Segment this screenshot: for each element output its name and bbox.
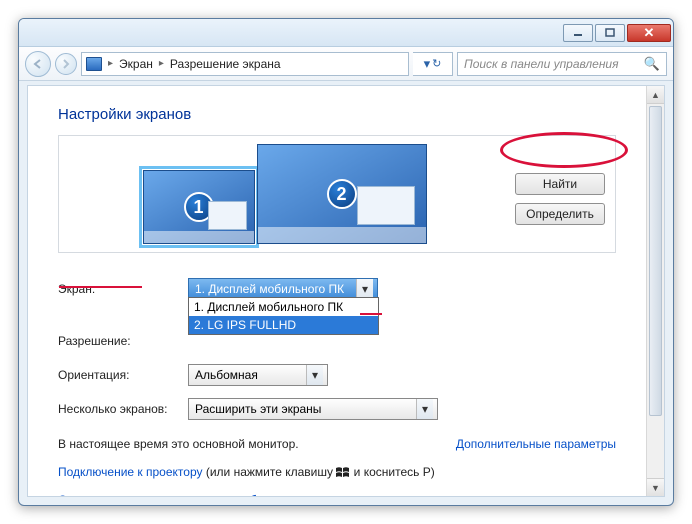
projector-row: Подключение к проектору (или нажмите кла… bbox=[58, 465, 616, 479]
address-bar[interactable]: ▸ Экран ▸ Разрешение экрана bbox=[81, 52, 409, 76]
monitor-taskbar-icon bbox=[258, 227, 426, 243]
text-size-link[interactable]: Сделать текст и другие элементы больше и… bbox=[58, 493, 364, 497]
find-button[interactable]: Найти bbox=[515, 173, 605, 195]
close-button[interactable]: ✕ bbox=[627, 24, 671, 42]
monitor-window-icon bbox=[357, 186, 416, 225]
projector-link[interactable]: Подключение к проектору bbox=[58, 465, 203, 479]
label-display: Экран: bbox=[58, 282, 188, 296]
scroll-thumb[interactable] bbox=[649, 106, 662, 416]
multiple-value: Расширить эти экраны bbox=[195, 402, 321, 416]
content-pane: ▲ ▼ Настройки экранов 1 2 bbox=[27, 85, 665, 497]
size-row: Сделать текст и другие элементы больше и… bbox=[58, 493, 616, 497]
inner-content: Настройки экранов 1 2 Найти bbox=[28, 86, 646, 497]
multiple-combo[interactable]: Расширить эти экраны bbox=[188, 398, 438, 420]
search-input[interactable]: Поиск в панели управления 🔍 bbox=[457, 52, 667, 76]
orientation-combo[interactable]: Альбомная bbox=[188, 364, 328, 386]
monitor-arrangement-box: 1 2 Найти Определить bbox=[58, 135, 616, 253]
monitor-2[interactable]: 2 bbox=[257, 144, 427, 244]
projector-text-1: (или нажмите клавишу bbox=[203, 465, 337, 479]
label-multiple: Несколько экранов: bbox=[58, 402, 188, 416]
monitor-2-badge: 2 bbox=[327, 179, 357, 209]
chevron-right-icon: ▸ bbox=[159, 58, 164, 69]
windows-key-icon bbox=[336, 467, 350, 479]
search-icon: 🔍 bbox=[644, 56, 660, 72]
row-multiple: Несколько экранов: Расширить эти экраны bbox=[58, 395, 616, 423]
monitor-taskbar-icon bbox=[144, 231, 254, 243]
minimize-button[interactable] bbox=[563, 24, 593, 42]
breadcrumb-seg1[interactable]: Экран bbox=[119, 57, 153, 71]
row-orientation: Ориентация: Альбомная bbox=[58, 361, 616, 389]
scrollbar[interactable]: ▲ ▼ bbox=[646, 86, 664, 496]
breadcrumb-seg2[interactable]: Разрешение экрана bbox=[170, 57, 281, 71]
display-combo-value: 1. Дисплей мобильного ПК bbox=[195, 282, 344, 296]
label-orientation: Ориентация: bbox=[58, 368, 188, 382]
search-placeholder: Поиск в панели управления bbox=[464, 57, 619, 71]
page-title: Настройки экранов bbox=[58, 106, 616, 123]
label-resolution: Разрешение: bbox=[58, 334, 188, 348]
orientation-value: Альбомная bbox=[195, 368, 258, 382]
toolbar: ▸ Экран ▸ Разрешение экрана ▾↻ Поиск в п… bbox=[19, 47, 673, 81]
window-frame: ✕ ▸ Экран ▸ Разрешение экрана ▾↻ Поиск в… bbox=[18, 18, 674, 506]
display-icon bbox=[86, 57, 102, 71]
display-option-1[interactable]: 1. Дисплей мобильного ПК bbox=[189, 298, 378, 316]
display-option-2[interactable]: 2. LG IPS FULLHD bbox=[189, 316, 378, 334]
chevron-right-icon: ▸ bbox=[108, 58, 113, 69]
titlebar: ✕ bbox=[19, 19, 673, 47]
back-button[interactable] bbox=[25, 51, 51, 77]
scroll-down[interactable]: ▼ bbox=[647, 478, 664, 496]
monitor-buttons: Найти Определить bbox=[510, 163, 615, 225]
display-dropdown: 1. Дисплей мобильного ПК 2. LG IPS FULLH… bbox=[188, 297, 379, 335]
advanced-link[interactable]: Дополнительные параметры bbox=[456, 437, 616, 451]
projector-text-2: и коснитесь P) bbox=[350, 465, 434, 479]
monitor-window-icon bbox=[208, 201, 247, 230]
forward-button[interactable] bbox=[55, 53, 77, 75]
identify-button[interactable]: Определить bbox=[515, 203, 605, 225]
maximize-button[interactable] bbox=[595, 24, 625, 42]
refresh-button[interactable]: ▾↻ bbox=[413, 52, 453, 76]
row-display: Экран: 1. Дисплей мобильного ПК 1. Диспл… bbox=[58, 275, 616, 303]
primary-monitor-status: В настоящее время это основной монитор. bbox=[58, 437, 299, 451]
scroll-up[interactable]: ▲ bbox=[647, 86, 664, 104]
monitor-area[interactable]: 1 2 bbox=[59, 136, 510, 252]
status-line: В настоящее время это основной монитор. … bbox=[58, 437, 616, 451]
monitor-1[interactable]: 1 bbox=[143, 170, 255, 244]
